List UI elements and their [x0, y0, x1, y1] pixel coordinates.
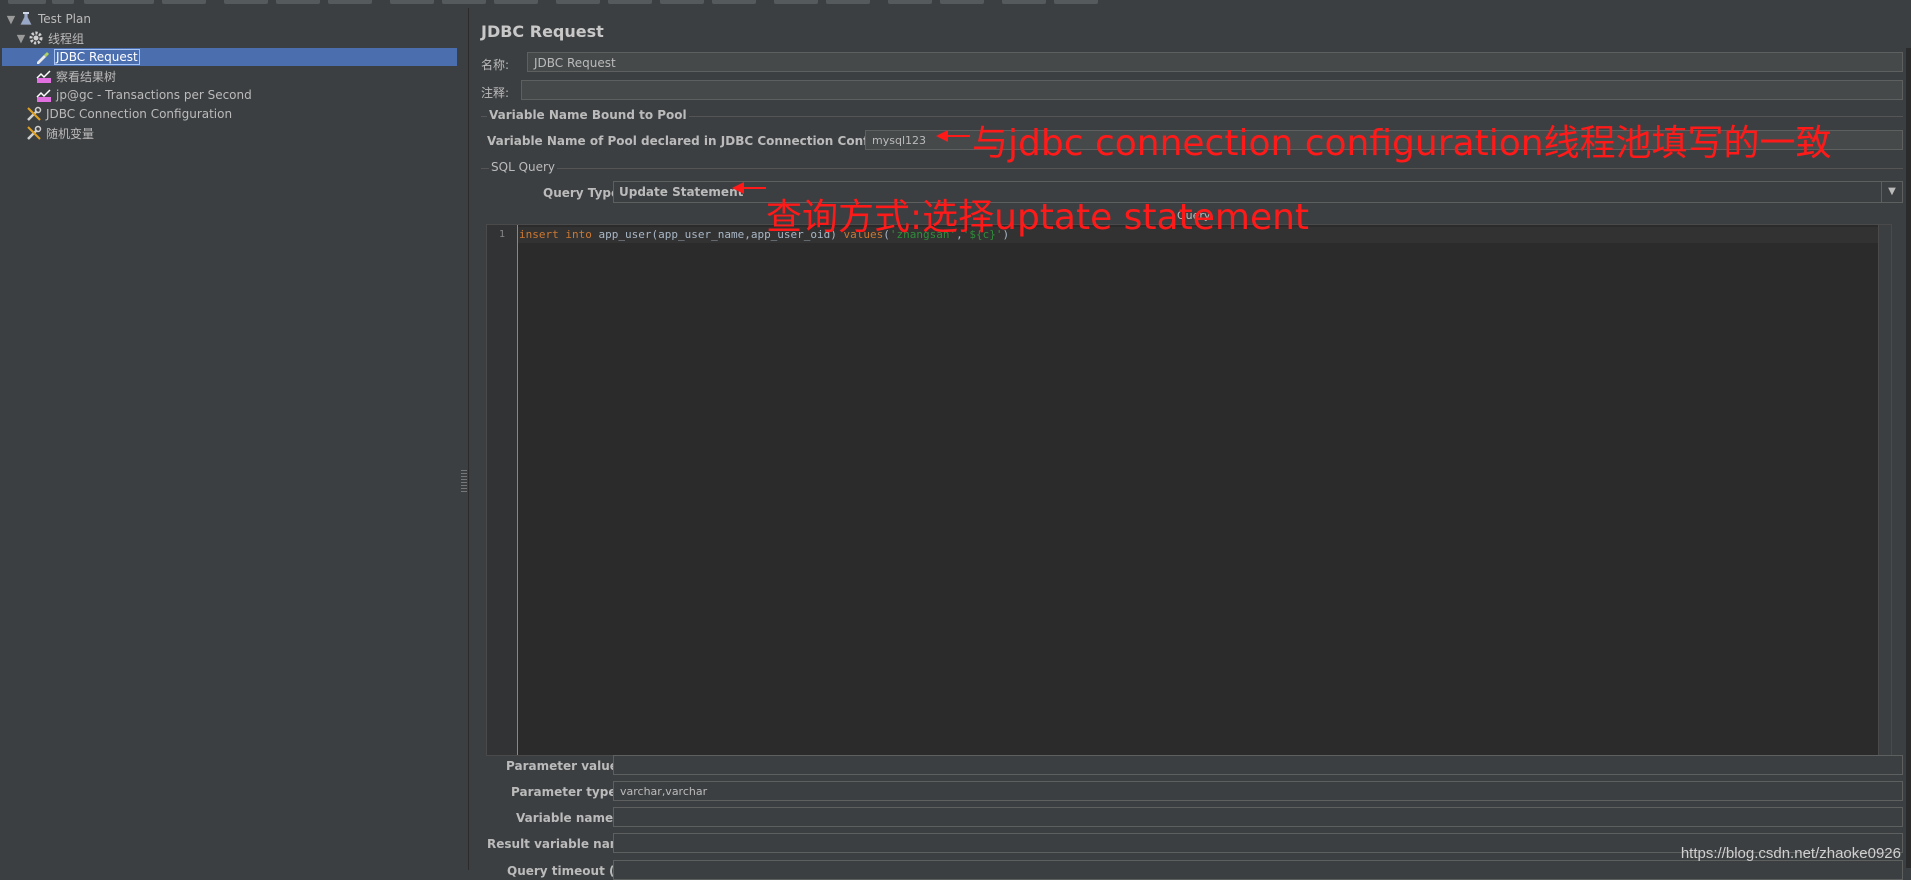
- toolbar-button[interactable]: [940, 0, 984, 4]
- query-type-value: Update Statement: [619, 185, 744, 199]
- tree-item-label: 线程组: [48, 31, 85, 46]
- code-keyword: insert: [519, 228, 559, 241]
- variable-names-field[interactable]: [613, 807, 1903, 827]
- query-type-label: Query Type:: [543, 186, 624, 200]
- line-number-gutter: 1: [487, 225, 518, 755]
- panel-splitter[interactable]: [458, 8, 468, 870]
- watermark: https://blog.csdn.net/zhaoke0926: [1680, 845, 1901, 862]
- tree-item-label: JDBC Connection Configuration: [46, 107, 233, 121]
- tree-item-label: 随机变量: [46, 126, 95, 141]
- panel-scrollbar[interactable]: [1906, 48, 1911, 868]
- sql-group-title: SQL Query: [489, 160, 558, 174]
- panel-title: JDBC Request: [481, 22, 604, 41]
- toolbar: [0, 0, 1911, 4]
- toolbar-button[interactable]: [84, 0, 154, 4]
- chevron-down-icon[interactable]: ▼: [1881, 182, 1902, 202]
- toolbar-button[interactable]: [660, 0, 704, 4]
- tree-item-test-plan[interactable]: ▼ Test Plan: [4, 10, 91, 28]
- code-keyword: into: [565, 228, 592, 241]
- wrench-icon: [26, 125, 42, 141]
- toolbar-button[interactable]: [8, 0, 46, 4]
- name-field[interactable]: JDBC Request: [527, 52, 1903, 72]
- editor-scrollbar[interactable]: [1878, 225, 1891, 755]
- dropper-icon: [34, 49, 50, 65]
- toolbar-button[interactable]: [276, 0, 320, 4]
- toolbar-button[interactable]: [826, 0, 870, 4]
- tree-item-view-results-tree[interactable]: 察看结果树: [36, 67, 116, 85]
- toolbar-button[interactable]: [442, 0, 486, 4]
- expand-arrow-icon[interactable]: ▼: [14, 32, 28, 45]
- tree-item-label: 察看结果树: [56, 69, 117, 84]
- comment-label: 注释:: [481, 86, 510, 100]
- annotation-pool-note: 与jdbc connection configuration线程池填写的一致: [972, 123, 1832, 164]
- toolbar-button[interactable]: [712, 0, 756, 4]
- toolbar-button[interactable]: [390, 0, 434, 4]
- parameter-values-label: Parameter values:: [506, 759, 630, 773]
- toolbar-button[interactable]: [162, 0, 206, 4]
- tree-item-label: jp@gc - Transactions per Second: [56, 88, 252, 102]
- test-plan-tree: ▼ Test Plan ▼ 线程组 JDBC Request 察看结果树 jp@…: [0, 8, 462, 870]
- toolbar-button[interactable]: [224, 0, 268, 4]
- tree-item-label: JDBC Request: [54, 49, 140, 65]
- tree-item-label: Test Plan: [38, 12, 91, 26]
- toolbar-button[interactable]: [52, 0, 74, 4]
- toolbar-button[interactable]: [556, 0, 600, 4]
- parameter-types-field[interactable]: varchar,varchar: [613, 781, 1903, 801]
- toolbar-button[interactable]: [1054, 0, 1098, 4]
- tree-item-thread-group[interactable]: ▼ 线程组: [14, 29, 84, 47]
- annotation-query-type-note: 查询方式:选择uptate statement: [766, 197, 1310, 238]
- chart-icon: [36, 87, 52, 103]
- parameter-types-label: Parameter types:: [511, 785, 629, 799]
- group-border: [481, 168, 1903, 169]
- flask-icon: [18, 11, 34, 27]
- chart-icon: [36, 68, 52, 84]
- tree-item-transactions-per-second[interactable]: jp@gc - Transactions per Second: [36, 86, 252, 104]
- query-timeout-field[interactable]: [613, 860, 1903, 880]
- comment-field[interactable]: [521, 80, 1903, 100]
- parameter-values-field[interactable]: [613, 755, 1903, 775]
- variable-names-label: Variable names:: [516, 811, 626, 825]
- tree-item-random-variable[interactable]: 随机变量: [26, 124, 94, 142]
- toolbar-button[interactable]: [608, 0, 652, 4]
- toolbar-button[interactable]: [888, 0, 932, 4]
- toolbar-button[interactable]: [774, 0, 818, 4]
- toolbar-button[interactable]: [494, 0, 538, 4]
- sql-query-editor[interactable]: 1 insert into app_user(app_user_name,app…: [486, 224, 1892, 756]
- toolbar-button[interactable]: [328, 0, 372, 4]
- annotation-arrow: [936, 130, 970, 142]
- splitter-grip[interactable]: [461, 470, 467, 492]
- gear-icon: [28, 30, 44, 46]
- line-number: 1: [498, 229, 505, 240]
- name-label: 名称:: [481, 58, 510, 72]
- pool-group-title: Variable Name Bound to Pool: [487, 108, 689, 122]
- annotation-arrow: [732, 182, 766, 194]
- toolbar-button[interactable]: [1002, 0, 1046, 4]
- wrench-icon: [26, 106, 42, 122]
- expand-arrow-icon[interactable]: ▼: [4, 13, 18, 26]
- tree-item-jdbc-request[interactable]: JDBC Request: [2, 48, 457, 66]
- tree-item-jdbc-connection-configuration[interactable]: JDBC Connection Configuration: [26, 105, 232, 123]
